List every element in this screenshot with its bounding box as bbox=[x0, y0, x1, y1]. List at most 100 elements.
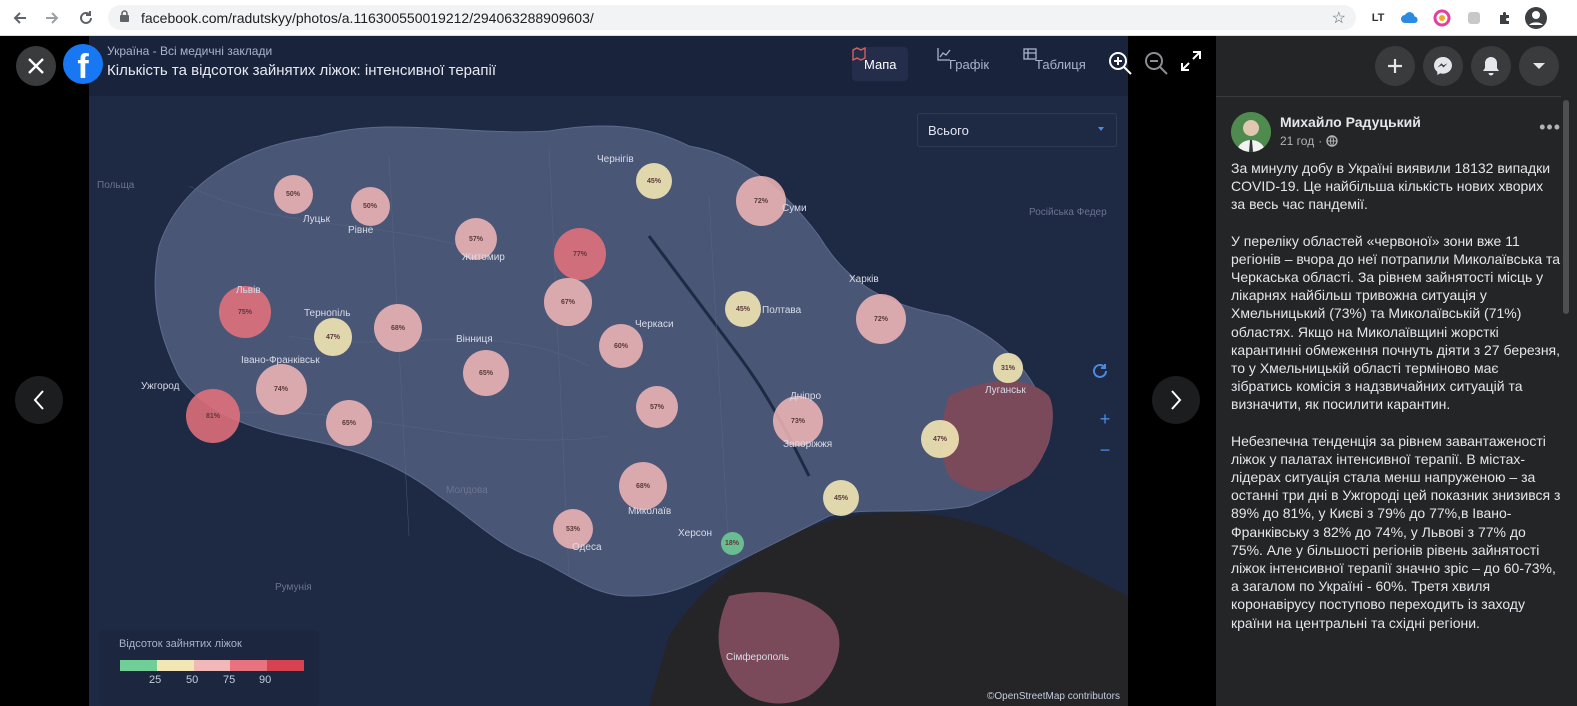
legend-color-swatch bbox=[267, 660, 304, 671]
close-button[interactable] bbox=[16, 46, 56, 86]
tab-map[interactable]: Мапа bbox=[852, 47, 909, 81]
map-icon bbox=[852, 47, 866, 61]
city-label: Миколаїв bbox=[628, 506, 672, 517]
create-button[interactable] bbox=[1375, 46, 1415, 86]
region-circle[interactable]: 72% bbox=[736, 176, 786, 226]
table-icon bbox=[1023, 48, 1037, 60]
city-label: Запоріжжя bbox=[783, 439, 833, 450]
zoom-out-icon[interactable] bbox=[1143, 50, 1169, 76]
chart-icon bbox=[937, 48, 951, 61]
city-label: Чернігів bbox=[597, 154, 634, 165]
post-paragraph: Небезпечна тенденція за рівнем завантаже… bbox=[1231, 432, 1561, 631]
extension-cloud-icon[interactable] bbox=[1399, 7, 1421, 29]
city-label: Суми bbox=[782, 203, 807, 214]
region-circle[interactable]: 47% bbox=[314, 318, 352, 356]
city-label: Тернопіль bbox=[304, 308, 351, 319]
country-label: Російська Федер bbox=[1029, 207, 1107, 218]
city-label: Львів bbox=[236, 285, 261, 296]
post-timestamp[interactable]: 21 год · bbox=[1280, 134, 1338, 148]
region-circle[interactable]: 18% bbox=[720, 531, 744, 555]
city-label: Рівне bbox=[348, 225, 374, 236]
region-filter-select[interactable]: Всього bbox=[917, 113, 1117, 147]
zoom-in-icon[interactable] bbox=[1107, 50, 1133, 76]
next-photo-button[interactable] bbox=[1152, 376, 1200, 424]
previous-photo-button[interactable] bbox=[15, 376, 63, 424]
country-label: Молдова bbox=[446, 485, 488, 496]
map-zoom-in-button[interactable]: + bbox=[1091, 405, 1119, 433]
bookmark-star-icon[interactable]: ☆ bbox=[1332, 8, 1346, 28]
region-circle[interactable]: 81% bbox=[185, 388, 241, 444]
tab-chart-label: Графік bbox=[949, 56, 990, 72]
city-label: Ужгород bbox=[141, 381, 180, 392]
city-label: Луганськ bbox=[985, 385, 1026, 396]
map-breadcrumb: Україна - Всі медичні заклади bbox=[107, 44, 273, 58]
legend-color-swatch bbox=[156, 660, 194, 671]
close-icon bbox=[28, 58, 44, 74]
region-circle[interactable]: 72% bbox=[856, 294, 906, 344]
tab-chart[interactable]: Графік bbox=[937, 47, 1001, 81]
bell-icon bbox=[1483, 57, 1499, 76]
city-label: Дніпро bbox=[790, 391, 822, 402]
facebook-logo[interactable]: f bbox=[63, 44, 103, 86]
more-options-icon[interactable]: ••• bbox=[1539, 117, 1561, 138]
region-circle[interactable]: 77% bbox=[553, 227, 607, 281]
extension-square-icon[interactable] bbox=[1463, 7, 1485, 29]
post: Михайло Радуцький 21 год · ••• За минулу… bbox=[1216, 96, 1561, 706]
legend-tick: 25 bbox=[149, 674, 162, 686]
tab-table-label: Таблиця bbox=[1035, 56, 1086, 72]
map-title: Кількість та відсоток зайнятих ліжок: ін… bbox=[107, 62, 496, 79]
region-circle[interactable]: 68% bbox=[374, 304, 422, 352]
extension-ring-icon[interactable] bbox=[1431, 7, 1453, 29]
address-bar[interactable]: facebook.com/radutskyy/photos/a.11630055… bbox=[108, 5, 1356, 30]
region-circle[interactable]: 31% bbox=[993, 353, 1023, 383]
city-label: Івано-Франківськ bbox=[241, 355, 320, 366]
messenger-button[interactable] bbox=[1423, 46, 1463, 86]
chevron-right-icon bbox=[1171, 390, 1182, 410]
legend-color-swatch bbox=[230, 660, 268, 671]
legend-color-swatch bbox=[120, 660, 157, 671]
caret-down-icon bbox=[1533, 63, 1545, 69]
city-label: Харків bbox=[849, 274, 879, 285]
forward-arrow-icon[interactable] bbox=[40, 6, 64, 30]
url-text: facebook.com/radutskyy/photos/a.11630055… bbox=[141, 10, 594, 26]
region-filter-value: Всього bbox=[928, 123, 969, 138]
reload-icon[interactable] bbox=[74, 6, 98, 30]
tab-table[interactable]: Таблиця bbox=[1023, 47, 1098, 81]
map-attribution: ©OpenStreetMap contributors bbox=[987, 691, 1120, 702]
avatar[interactable] bbox=[1231, 112, 1271, 152]
account-menu-button[interactable] bbox=[1519, 46, 1559, 86]
legend-color-scale bbox=[120, 660, 304, 671]
legend: Відсоток зайнятих ліжок 25 50 75 90 bbox=[99, 630, 319, 706]
post-text: За минулу добу в Україні виявили 18132 в… bbox=[1231, 159, 1561, 650]
post-author[interactable]: Михайло Радуцький bbox=[1280, 114, 1421, 130]
region-circle[interactable]: 74% bbox=[255, 363, 307, 415]
sidebar-scrollbar[interactable] bbox=[1563, 100, 1569, 314]
post-time: 21 год bbox=[1280, 134, 1315, 148]
region-circle[interactable]: 60% bbox=[599, 324, 643, 368]
city-label: Луцьк bbox=[303, 214, 330, 225]
post-paragraph: У переліку областей «червоної» зони вже … bbox=[1231, 232, 1561, 413]
extensions-puzzle-icon[interactable] bbox=[1494, 7, 1516, 29]
fullscreen-icon[interactable] bbox=[1180, 50, 1206, 76]
map-zoom-out-button[interactable]: − bbox=[1091, 436, 1119, 464]
profile-icon[interactable] bbox=[1525, 7, 1547, 29]
region-circle[interactable]: 50% bbox=[350, 186, 390, 226]
legend-color-swatch bbox=[193, 660, 231, 671]
region-circle[interactable]: 47% bbox=[921, 420, 959, 458]
chevron-left-icon bbox=[33, 390, 44, 410]
city-label: Херсон bbox=[678, 528, 712, 539]
legend-tick: 50 bbox=[186, 674, 199, 686]
city-label: Сімферополь bbox=[726, 652, 790, 663]
notifications-button[interactable] bbox=[1471, 46, 1511, 86]
lock-icon[interactable] bbox=[119, 10, 130, 28]
browser-toolbar: facebook.com/radutskyy/photos/a.11630055… bbox=[0, 0, 1577, 36]
post-paragraph: За минулу добу в Україні виявили 18132 в… bbox=[1231, 160, 1551, 213]
back-arrow-icon[interactable] bbox=[8, 6, 32, 30]
refresh-icon[interactable] bbox=[1091, 362, 1119, 390]
extension-lt-icon[interactable]: LT bbox=[1367, 7, 1389, 29]
city-label: Вінниця bbox=[456, 334, 493, 345]
region-circle[interactable]: 68% bbox=[619, 462, 667, 510]
legend-tick: 90 bbox=[259, 674, 272, 686]
region-circle[interactable]: 67% bbox=[544, 278, 592, 326]
region-circle[interactable]: 50% bbox=[273, 174, 313, 214]
